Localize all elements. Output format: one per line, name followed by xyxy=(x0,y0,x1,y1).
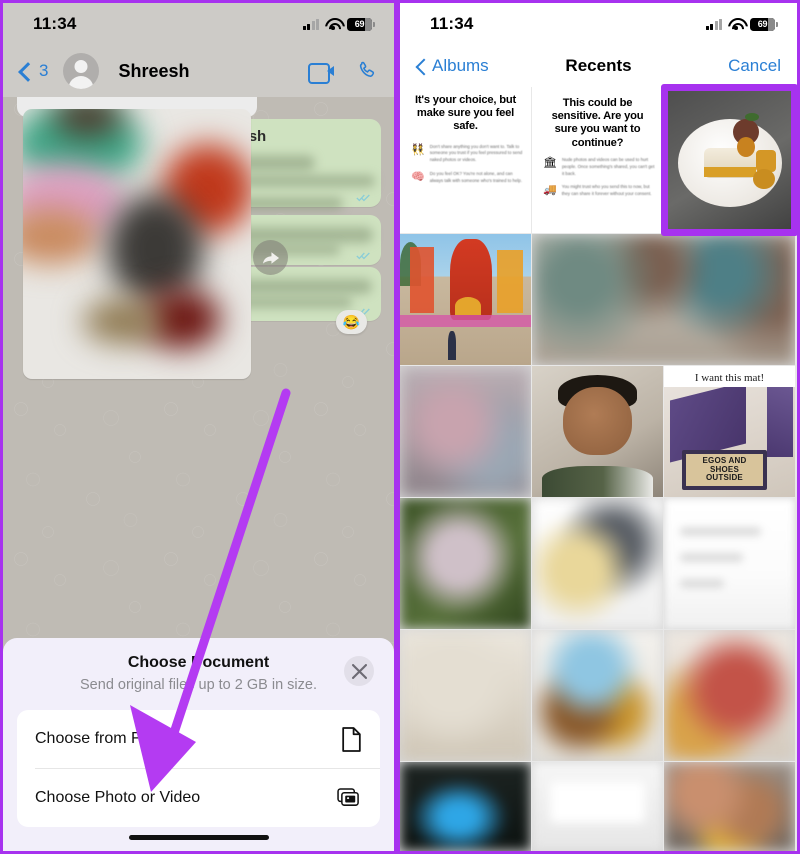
grid-item-screenshot-a[interactable]: It's your choice, but make sure you feel… xyxy=(400,87,531,233)
picker-nav-bar: Albums Recents Cancel xyxy=(400,45,797,87)
read-receipt-icon xyxy=(356,252,370,260)
whatsapp-nav-bar: 3 Shreesh xyxy=(3,45,394,97)
grid-item-blurred-soft[interactable] xyxy=(400,366,531,497)
grid-item-blurred-crowd[interactable] xyxy=(532,234,795,365)
albums-back-button[interactable]: Albums xyxy=(416,56,489,76)
choose-document-sheet: Choose Document Send original files up t… xyxy=(3,638,394,851)
contact-name[interactable]: Shreesh xyxy=(118,61,189,82)
blurred-photo-art xyxy=(664,630,795,761)
blurred-photo-art xyxy=(400,498,531,629)
back-chevron-icon xyxy=(416,58,426,75)
bullet-emoji: 👯 xyxy=(411,143,425,156)
screenshot-b-content: This could be sensitive. Are you sure yo… xyxy=(532,87,663,233)
status-time: 11:34 xyxy=(33,14,77,33)
document-icon xyxy=(342,726,361,752)
cellular-signal-icon xyxy=(705,18,722,30)
grid-item-blurred-dark[interactable] xyxy=(400,762,531,851)
blurred-photo-art xyxy=(532,234,795,365)
battery-level: 69 xyxy=(354,18,365,29)
contact-avatar-icon[interactable] xyxy=(63,53,100,89)
albums-label: Albums xyxy=(432,56,489,75)
right-status-bar: 11:34 69 xyxy=(400,3,797,45)
bullet-text: Nude photos and videos can be used to hu… xyxy=(561,156,655,176)
grid-item-blurred-tan[interactable] xyxy=(400,630,531,761)
temple-photo-art xyxy=(400,234,531,365)
option-label: Choose Photo or Video xyxy=(35,789,201,806)
voice-call-icon[interactable] xyxy=(356,60,378,82)
nav-actions xyxy=(308,60,378,84)
grid-item-screenshot-b[interactable]: This could be sensitive. Are you sure yo… xyxy=(532,87,663,233)
status-indicators: 69 xyxy=(705,17,778,31)
left-status-bar: 11:34 69 xyxy=(3,3,394,45)
cellular-signal-icon xyxy=(302,18,319,30)
grid-item-blurred-people[interactable] xyxy=(664,762,795,851)
option-choose-photo-or-video[interactable]: Choose Photo or Video xyxy=(17,769,380,827)
wifi-icon xyxy=(325,18,341,30)
grid-item-blurred-doc[interactable] xyxy=(664,498,795,629)
status-time: 11:34 xyxy=(430,14,474,33)
grid-item-selfie-photo[interactable] xyxy=(532,366,663,497)
bullet-emoji: 🏛 xyxy=(543,156,557,169)
bullet-emoji: 🚚 xyxy=(543,184,557,197)
blurred-photo-art xyxy=(532,762,663,851)
grid-item-blurred-grey[interactable] xyxy=(532,762,663,851)
meme-mat-content: I want this mat! EGOS AND SHOES OUTSIDE xyxy=(664,366,795,497)
video-call-icon[interactable] xyxy=(308,62,334,84)
back-chevron-icon[interactable] xyxy=(19,62,30,81)
blurred-photo-art xyxy=(400,366,531,497)
grid-item-meme-mat[interactable]: I want this mat! EGOS AND SHOES OUTSIDE xyxy=(664,366,795,497)
sheet-options-card: Choose from Files Choose Photo or Video xyxy=(17,710,380,827)
meme-caption: I want this mat! xyxy=(694,372,765,384)
message-image-attachment[interactable] xyxy=(23,109,251,379)
right-phone-photo-picker: 11:34 69 Albums Recents Cancel It's your… xyxy=(397,0,800,854)
photo-stack-icon xyxy=(337,787,359,806)
blurred-photo-art xyxy=(400,630,531,761)
close-icon[interactable] xyxy=(344,656,374,686)
wifi-icon xyxy=(728,18,744,30)
sheet-subtitle: Send original files up to 2 GB in size. xyxy=(80,677,317,693)
left-phone-whatsapp: 11:34 69 3 Shreesh 😂 Choose Document Sen… xyxy=(0,0,397,854)
picker-title: Recents xyxy=(565,56,632,75)
forward-arrow-icon[interactable] xyxy=(253,240,288,275)
bullet-emoji: 🧠 xyxy=(411,171,425,184)
screenshot-a-content: It's your choice, but make sure you feel… xyxy=(400,87,531,233)
doormat-text: EGOS AND SHOES OUTSIDE xyxy=(702,456,747,483)
grid-item-food-photo-selected[interactable] xyxy=(664,87,795,233)
home-indicator xyxy=(128,835,269,840)
grid-item-blurred-shoes[interactable] xyxy=(532,630,663,761)
blurred-photo-art xyxy=(532,498,663,629)
screenshot-a-heading: It's your choice, but make sure you feel… xyxy=(414,94,517,133)
blurred-photo-art xyxy=(400,762,531,851)
sheet-title: Choose Document xyxy=(127,654,270,671)
status-indicators: 69 xyxy=(302,17,375,31)
unread-count[interactable]: 3 xyxy=(39,61,48,81)
battery-icon: 69 xyxy=(750,17,778,31)
screenshot-canvas: 11:34 69 3 Shreesh 😂 Choose Document Sen… xyxy=(0,0,800,854)
battery-icon: 69 xyxy=(347,17,375,31)
blurred-photo-art xyxy=(664,498,795,629)
grid-item-blurred-white[interactable] xyxy=(532,498,663,629)
screenshot-b-heading: This could be sensitive. Are you sure yo… xyxy=(551,97,644,149)
option-label: Choose from Files xyxy=(35,730,165,747)
blurred-photo-art xyxy=(664,762,795,851)
selfie-photo-art xyxy=(532,366,663,497)
message-reaction-badge[interactable]: 😂 xyxy=(336,310,367,334)
grid-item-blurred-red[interactable] xyxy=(664,630,795,761)
read-receipt-icon xyxy=(356,194,370,202)
option-choose-from-files[interactable]: Choose from Files xyxy=(17,710,380,768)
bullet-text: Don't share anything you don't want to. … xyxy=(429,143,523,163)
battery-level: 69 xyxy=(757,18,768,29)
grid-item-blurred-green[interactable] xyxy=(400,498,531,629)
photo-grid[interactable]: It's your choice, but make sure you feel… xyxy=(400,84,797,851)
cancel-button[interactable]: Cancel xyxy=(728,56,781,76)
grid-item-temple-photo[interactable] xyxy=(400,234,531,365)
chat-conversation[interactable]: Shreesh Or xyxy=(3,97,394,663)
bullet-text: You might trust who you send this to now… xyxy=(561,184,652,197)
bullet-text: Do you feel OK? You're not alone, and ca… xyxy=(429,171,523,183)
blurred-photo-art xyxy=(532,630,663,761)
